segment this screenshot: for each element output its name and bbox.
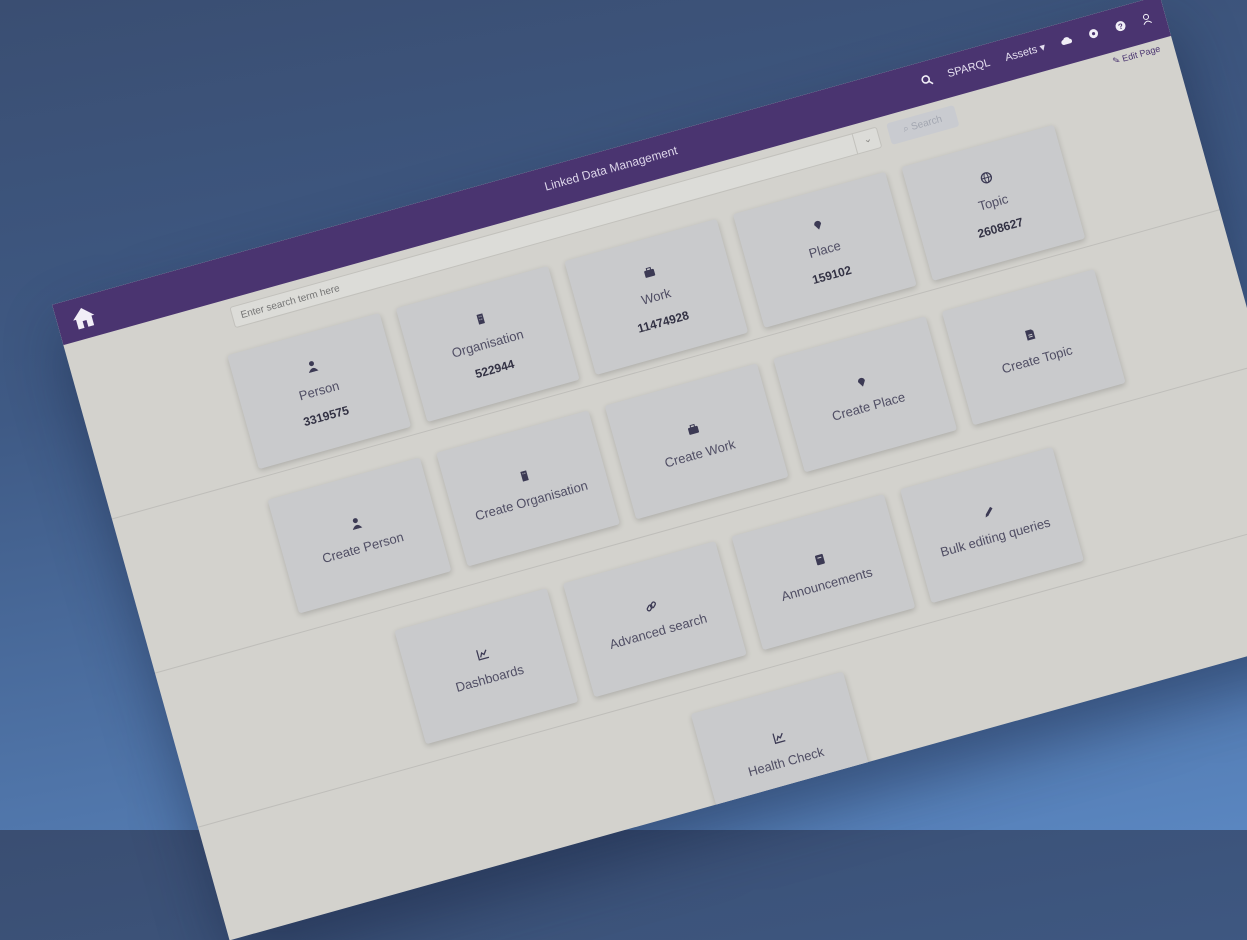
bulk-editing-card[interactable]: Bulk editing queries	[900, 446, 1084, 604]
action-label: Create Person	[320, 528, 406, 566]
entity-card-organisation[interactable]: Organisation 522944	[395, 265, 580, 423]
tool-label: Dashboards	[453, 661, 526, 695]
book-icon	[814, 553, 825, 565]
health-check-card[interactable]: Health Check	[690, 671, 875, 828]
entity-count: 11474928	[635, 307, 691, 336]
globe-icon	[980, 171, 992, 183]
entity-label: Topic	[976, 190, 1010, 214]
chart-icon	[772, 732, 786, 744]
chart-icon	[475, 649, 490, 661]
dashboards-card[interactable]: Dashboards	[394, 588, 579, 745]
app-window: Linked Data Management SPARQL Assets ▾ ?…	[52, 0, 1247, 940]
tool-label: Advanced search	[607, 610, 709, 652]
help-icon[interactable]: ?	[1113, 18, 1128, 33]
action-label: Create Work	[662, 435, 737, 470]
gear-icon[interactable]	[1086, 26, 1101, 41]
pencil-icon	[985, 506, 993, 517]
entity-label: Organisation	[449, 325, 525, 361]
building-icon	[520, 469, 529, 482]
link-icon	[646, 600, 656, 611]
action-label: Create Organisation	[473, 477, 590, 523]
create-work-card[interactable]: Create Work	[604, 363, 789, 520]
search-icon[interactable]	[919, 72, 934, 87]
action-label: Create Place	[830, 388, 907, 424]
create-person-card[interactable]: Create Person	[267, 457, 452, 614]
chevron-down-icon[interactable]: ⌄	[851, 126, 884, 155]
entity-count: 159102	[810, 262, 853, 287]
map-pin-icon	[857, 377, 865, 387]
create-organisation-card[interactable]: Create Organisation	[436, 410, 621, 567]
announcements-card[interactable]: Announcements	[731, 494, 916, 651]
entity-count: 3319575	[301, 402, 351, 429]
document-icon	[1024, 328, 1036, 341]
search-button-label: Search	[909, 113, 944, 133]
entity-card-topic[interactable]: Topic 2608627	[901, 124, 1086, 281]
briefcase-icon	[687, 423, 699, 435]
map-pin-icon	[814, 220, 821, 230]
action-label: Create Topic	[999, 341, 1074, 376]
tool-label: Bulk editing queries	[938, 514, 1052, 560]
entity-label: Place	[806, 237, 843, 261]
entity-label: Person	[297, 377, 341, 403]
briefcase-icon	[644, 266, 656, 278]
entity-count: 2608627	[975, 214, 1025, 241]
sparql-link[interactable]: SPARQL	[946, 56, 991, 79]
entity-label: Work	[639, 284, 673, 308]
entity-card-person[interactable]: Person 3319575	[227, 312, 412, 470]
advanced-search-card[interactable]: Advanced search	[562, 541, 747, 698]
entity-card-place[interactable]: Place 159102	[732, 171, 917, 328]
create-topic-card[interactable]: Create Topic	[941, 269, 1126, 426]
person-icon	[352, 517, 363, 530]
entity-card-work[interactable]: Work 11474928	[564, 218, 749, 376]
assets-menu[interactable]: Assets ▾	[1003, 40, 1047, 64]
create-place-card[interactable]: Create Place	[773, 316, 958, 473]
person-icon	[308, 360, 319, 373]
entity-count: 522944	[473, 356, 516, 381]
building-icon	[476, 312, 485, 325]
cloud-upload-icon[interactable]	[1059, 33, 1074, 48]
tool-label: Announcements	[779, 563, 874, 604]
tool-label: Health Check	[746, 743, 826, 779]
